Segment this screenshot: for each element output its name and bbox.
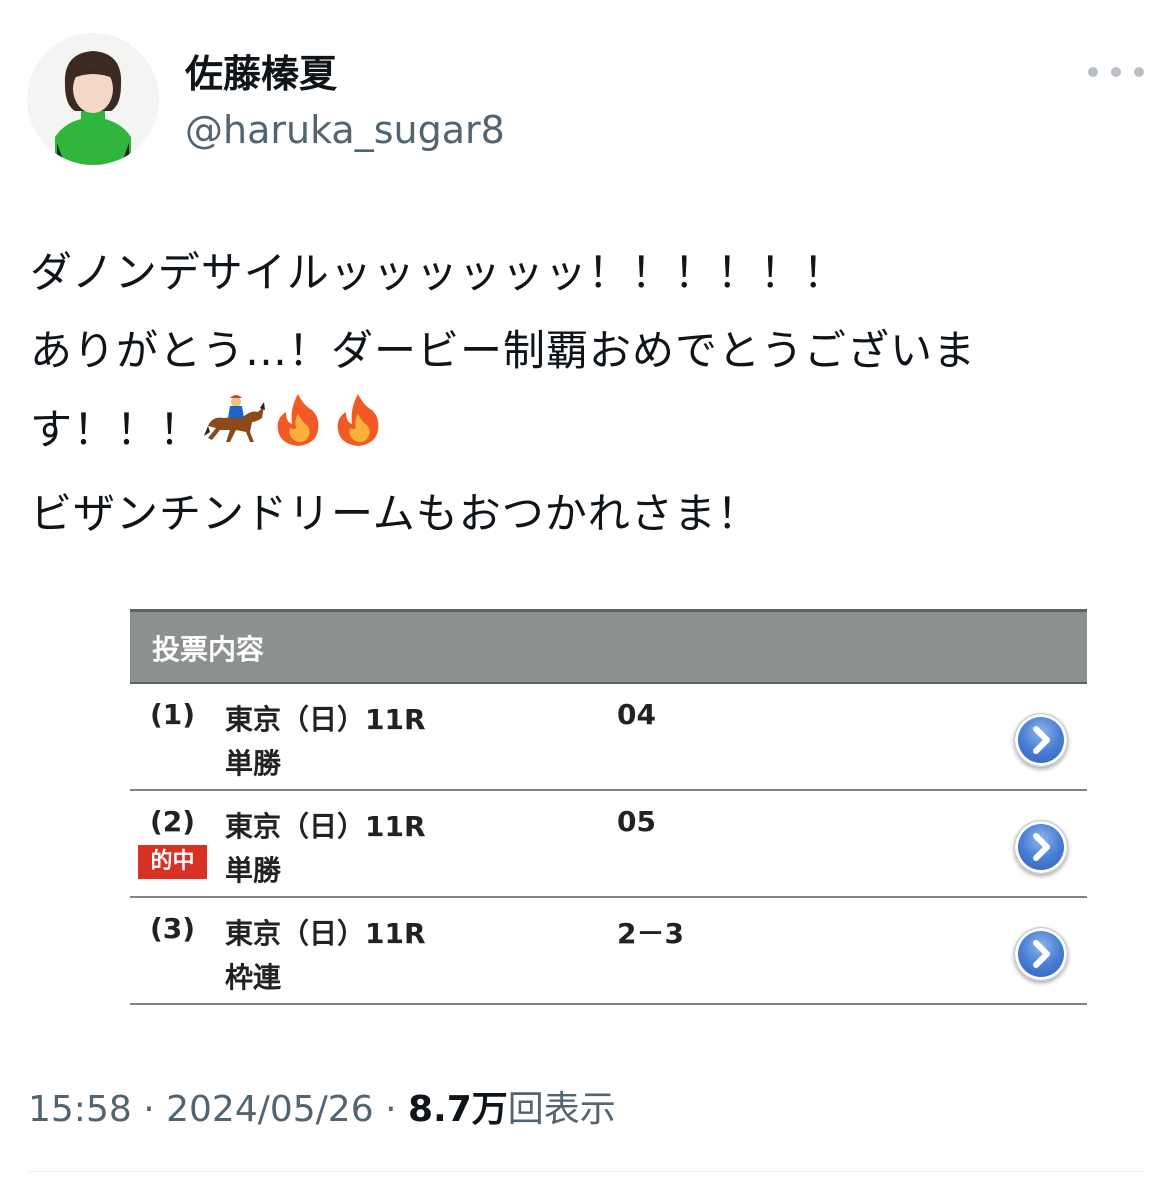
tweet-line: ビザンチンドリームもおつかれさま！ [30, 489, 760, 538]
chevron-right-icon[interactable] [1014, 713, 1068, 767]
divider [28, 1171, 1143, 1172]
bet-type: 単勝 [225, 747, 282, 780]
fire-emoji [328, 390, 388, 475]
dot [1134, 67, 1144, 77]
tweet-line-text: す！！！ [30, 405, 203, 454]
views-label: 回表示 [507, 1089, 616, 1130]
dot [1111, 67, 1121, 77]
race-venue: 東京（日）11R [225, 917, 426, 950]
tweet-line: ありがとう…！ダービー制覇おめでとうございま [30, 326, 977, 375]
bet-type: 枠連 [225, 961, 282, 994]
horse-racing-emoji [202, 392, 268, 473]
bet-number: (3) [150, 912, 196, 945]
avatar-photo [27, 33, 159, 165]
more-options-icon[interactable] [1088, 56, 1144, 88]
bet-slip-header: 投票内容 [130, 609, 1087, 684]
bet-combination: 04 [617, 698, 656, 731]
tweet-date[interactable]: 2024/05/26 [166, 1089, 374, 1130]
bet-type: 単勝 [225, 854, 282, 887]
tweet-time[interactable]: 15:58 [28, 1089, 132, 1130]
tweet-text: ダノンデサイルッッッッッッ！！！！！！ ありがとう…！ダービー制覇おめでとうござ… [30, 234, 1140, 553]
bet-row[interactable]: (2) 的中 東京（日）11R 単勝 05 [130, 791, 1087, 898]
display-name[interactable]: 佐藤榛夏 [185, 50, 337, 98]
dot [1088, 67, 1098, 77]
tweet-meta: 15:58 · 2024/05/26 · 8.7万回表示 [28, 1086, 616, 1134]
race-venue: 東京（日）11R [225, 810, 426, 843]
meta-separator: · [143, 1089, 155, 1130]
bet-combination: 05 [617, 805, 656, 838]
bet-combination: 2－3 [617, 917, 684, 950]
fire-emoji [268, 390, 328, 475]
user-handle[interactable]: @haruka_sugar8 [185, 106, 505, 154]
views-count[interactable]: 8.7万 [408, 1089, 508, 1130]
bet-number: (1) [150, 698, 196, 731]
meta-separator: · [385, 1089, 397, 1130]
chevron-right-icon[interactable] [1014, 820, 1068, 874]
chevron-right-icon[interactable] [1014, 927, 1068, 981]
hit-badge: 的中 [138, 845, 207, 879]
cropped-row [130, 1005, 1087, 1009]
bet-row[interactable]: (1) 東京（日）11R 単勝 04 [130, 684, 1087, 791]
race-venue: 東京（日）11R [225, 703, 426, 736]
bet-number: (2) [150, 805, 196, 838]
tweet-line: す！！！ [30, 390, 1140, 475]
bet-row[interactable]: (3) 東京（日）11R 枠連 2－3 [130, 898, 1087, 1005]
attached-image[interactable]: 投票内容 (1) 東京（日）11R 単勝 04 (2) 的中 東京（日）11R … [130, 609, 1087, 1009]
avatar[interactable] [27, 33, 159, 165]
tweet-line: ダノンデサイルッッッッッッ！！！！！！ [30, 248, 846, 297]
